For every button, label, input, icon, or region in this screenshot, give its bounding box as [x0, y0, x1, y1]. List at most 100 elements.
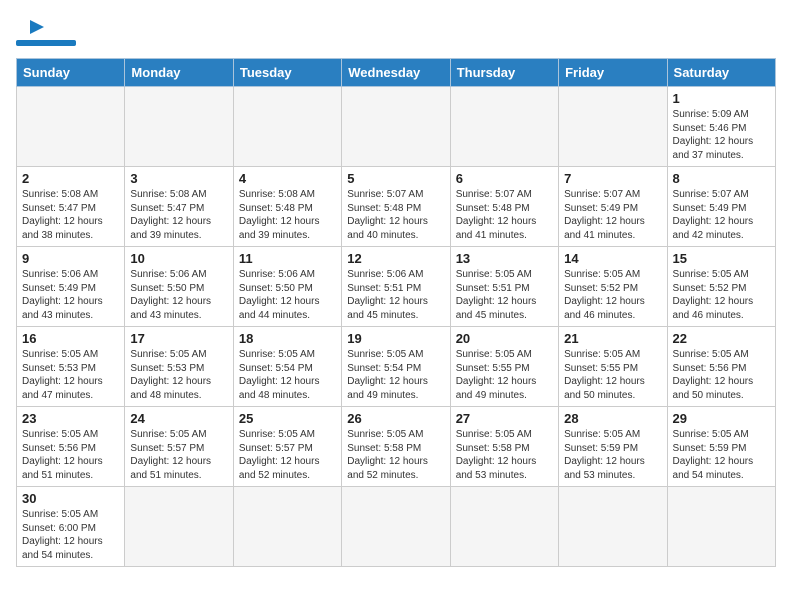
cell-info: Sunrise: 5:06 AM Sunset: 5:50 PM Dayligh…	[130, 268, 227, 322]
cell-info: Sunrise: 5:05 AM Sunset: 5:53 PM Dayligh…	[130, 348, 227, 402]
calendar-cell: 16Sunrise: 5:05 AM Sunset: 5:53 PM Dayli…	[17, 327, 125, 407]
day-number: 5	[347, 171, 444, 186]
day-header-friday: Friday	[559, 59, 667, 87]
calendar-cell: 5 Sunrise: 5:07 AM Sunset: 5:48 PM Daylig…	[342, 167, 450, 247]
cell-info: Sunrise: 5:05 AM Sunset: 5:56 PM Dayligh…	[22, 428, 119, 482]
calendar-cell: 13Sunrise: 5:05 AM Sunset: 5:51 PM Dayli…	[450, 247, 558, 327]
calendar-cell: 27 Sunrise: 5:05 AM Sunset: 5:58 PM Dayli…	[450, 407, 558, 487]
calendar-cell: 20 Sunrise: 5:05 AM Sunset: 5:55 PM Dayli…	[450, 327, 558, 407]
days-header-row: SundayMondayTuesdayWednesdayThursdayFrid…	[17, 59, 776, 87]
cell-info: Sunrise: 5:05 AM Sunset: 5:59 PM Dayligh…	[673, 428, 770, 482]
day-number: 2	[22, 171, 119, 186]
calendar-cell: 7Sunrise: 5:07 AM Sunset: 5:49 PM Daylig…	[559, 167, 667, 247]
calendar-table: SundayMondayTuesdayWednesdayThursdayFrid…	[16, 58, 776, 567]
calendar-cell: 9 Sunrise: 5:06 AM Sunset: 5:49 PM Daylig…	[17, 247, 125, 327]
cell-info: Sunrise: 5:05 AM Sunset: 5:58 PM Dayligh…	[456, 428, 553, 482]
calendar-cell: 17 Sunrise: 5:05 AM Sunset: 5:53 PM Dayli…	[125, 327, 233, 407]
day-number: 1	[673, 91, 770, 106]
day-number: 29	[673, 411, 770, 426]
day-number: 23	[22, 411, 119, 426]
cell-info: Sunrise: 5:05 AM Sunset: 5:59 PM Dayligh…	[564, 428, 661, 482]
cell-info: Sunrise: 5:06 AM Sunset: 5:49 PM Dayligh…	[22, 268, 119, 322]
cell-info: Sunrise: 5:05 AM Sunset: 5:54 PM Dayligh…	[347, 348, 444, 402]
calendar-cell: 21 Sunrise: 5:05 AM Sunset: 5:55 PM Dayli…	[559, 327, 667, 407]
cell-info: Sunrise: 5:09 AM Sunset: 5:46 PM Dayligh…	[673, 108, 770, 162]
cell-info: Sunrise: 5:05 AM Sunset: 5:57 PM Dayligh…	[239, 428, 336, 482]
week-row-1: 1 Sunrise: 5:09 AM Sunset: 5:46 PM Daylig…	[17, 87, 776, 167]
calendar-cell	[667, 487, 775, 567]
calendar-cell: 28 Sunrise: 5:05 AM Sunset: 5:59 PM Dayli…	[559, 407, 667, 487]
calendar-cell	[233, 87, 341, 167]
day-number: 14	[564, 251, 661, 266]
calendar-cell: 11 Sunrise: 5:06 AM Sunset: 5:50 PM Dayli…	[233, 247, 341, 327]
cell-info: Sunrise: 5:07 AM Sunset: 5:49 PM Dayligh…	[564, 188, 661, 242]
cell-info: Sunrise: 5:05 AM Sunset: 5:57 PM Dayligh…	[130, 428, 227, 482]
day-header-wednesday: Wednesday	[342, 59, 450, 87]
day-header-saturday: Saturday	[667, 59, 775, 87]
logo-bar	[16, 40, 76, 46]
calendar-cell: 2 Sunrise: 5:08 AM Sunset: 5:47 PM Daylig…	[17, 167, 125, 247]
cell-info: Sunrise: 5:05 AM Sunset: 5:55 PM Dayligh…	[564, 348, 661, 402]
day-number: 8	[673, 171, 770, 186]
calendar-cell: 15Sunrise: 5:05 AM Sunset: 5:52 PM Dayli…	[667, 247, 775, 327]
calendar-cell	[342, 87, 450, 167]
calendar-cell: 12Sunrise: 5:06 AM Sunset: 5:51 PM Dayli…	[342, 247, 450, 327]
calendar-cell	[559, 487, 667, 567]
calendar-cell	[125, 487, 233, 567]
cell-info: Sunrise: 5:05 AM Sunset: 5:58 PM Dayligh…	[347, 428, 444, 482]
calendar-cell	[559, 87, 667, 167]
cell-info: Sunrise: 5:08 AM Sunset: 5:48 PM Dayligh…	[239, 188, 336, 242]
calendar-cell: 6Sunrise: 5:07 AM Sunset: 5:48 PM Daylig…	[450, 167, 558, 247]
day-number: 9	[22, 251, 119, 266]
cell-info: Sunrise: 5:05 AM Sunset: 5:56 PM Dayligh…	[673, 348, 770, 402]
calendar-cell: 25Sunrise: 5:05 AM Sunset: 5:57 PM Dayli…	[233, 407, 341, 487]
calendar-body: 1 Sunrise: 5:09 AM Sunset: 5:46 PM Daylig…	[17, 87, 776, 567]
day-number: 15	[673, 251, 770, 266]
day-number: 3	[130, 171, 227, 186]
calendar-cell: 4 Sunrise: 5:08 AM Sunset: 5:48 PM Daylig…	[233, 167, 341, 247]
calendar-cell	[450, 87, 558, 167]
cell-info: Sunrise: 5:07 AM Sunset: 5:48 PM Dayligh…	[456, 188, 553, 242]
logo	[16, 16, 76, 46]
calendar-cell: 14Sunrise: 5:05 AM Sunset: 5:52 PM Dayli…	[559, 247, 667, 327]
day-number: 11	[239, 251, 336, 266]
cell-info: Sunrise: 5:06 AM Sunset: 5:50 PM Dayligh…	[239, 268, 336, 322]
day-header-monday: Monday	[125, 59, 233, 87]
day-header-tuesday: Tuesday	[233, 59, 341, 87]
cell-info: Sunrise: 5:05 AM Sunset: 6:00 PM Dayligh…	[22, 508, 119, 562]
cell-info: Sunrise: 5:05 AM Sunset: 5:55 PM Dayligh…	[456, 348, 553, 402]
calendar-cell	[125, 87, 233, 167]
day-number: 16	[22, 331, 119, 346]
page-header	[16, 16, 776, 46]
cell-info: Sunrise: 5:06 AM Sunset: 5:51 PM Dayligh…	[347, 268, 444, 322]
calendar-cell: 23 Sunrise: 5:05 AM Sunset: 5:56 PM Dayli…	[17, 407, 125, 487]
calendar-cell	[342, 487, 450, 567]
calendar-cell	[17, 87, 125, 167]
week-row-3: 9 Sunrise: 5:06 AM Sunset: 5:49 PM Daylig…	[17, 247, 776, 327]
day-number: 4	[239, 171, 336, 186]
day-number: 13	[456, 251, 553, 266]
logo-icon	[24, 16, 46, 38]
week-row-4: 16 Sunrise: 5:05 AM Sunset: 5:53 PM Dayli…	[17, 327, 776, 407]
day-number: 18	[239, 331, 336, 346]
calendar-cell: 1 Sunrise: 5:09 AM Sunset: 5:46 PM Daylig…	[667, 87, 775, 167]
cell-info: Sunrise: 5:07 AM Sunset: 5:48 PM Dayligh…	[347, 188, 444, 242]
calendar-cell: 3Sunrise: 5:08 AM Sunset: 5:47 PM Daylig…	[125, 167, 233, 247]
day-number: 10	[130, 251, 227, 266]
week-row-6: 30Sunrise: 5:05 AM Sunset: 6:00 PM Dayli…	[17, 487, 776, 567]
day-header-sunday: Sunday	[17, 59, 125, 87]
day-number: 20	[456, 331, 553, 346]
day-number: 22	[673, 331, 770, 346]
day-number: 27	[456, 411, 553, 426]
cell-info: Sunrise: 5:08 AM Sunset: 5:47 PM Dayligh…	[22, 188, 119, 242]
week-row-2: 2 Sunrise: 5:08 AM Sunset: 5:47 PM Daylig…	[17, 167, 776, 247]
cell-info: Sunrise: 5:05 AM Sunset: 5:54 PM Dayligh…	[239, 348, 336, 402]
day-number: 28	[564, 411, 661, 426]
calendar-cell: 26Sunrise: 5:05 AM Sunset: 5:58 PM Dayli…	[342, 407, 450, 487]
calendar-cell: 19 Sunrise: 5:05 AM Sunset: 5:54 PM Dayli…	[342, 327, 450, 407]
day-number: 17	[130, 331, 227, 346]
cell-info: Sunrise: 5:07 AM Sunset: 5:49 PM Dayligh…	[673, 188, 770, 242]
day-number: 21	[564, 331, 661, 346]
calendar-cell: 18 Sunrise: 5:05 AM Sunset: 5:54 PM Dayli…	[233, 327, 341, 407]
day-number: 19	[347, 331, 444, 346]
